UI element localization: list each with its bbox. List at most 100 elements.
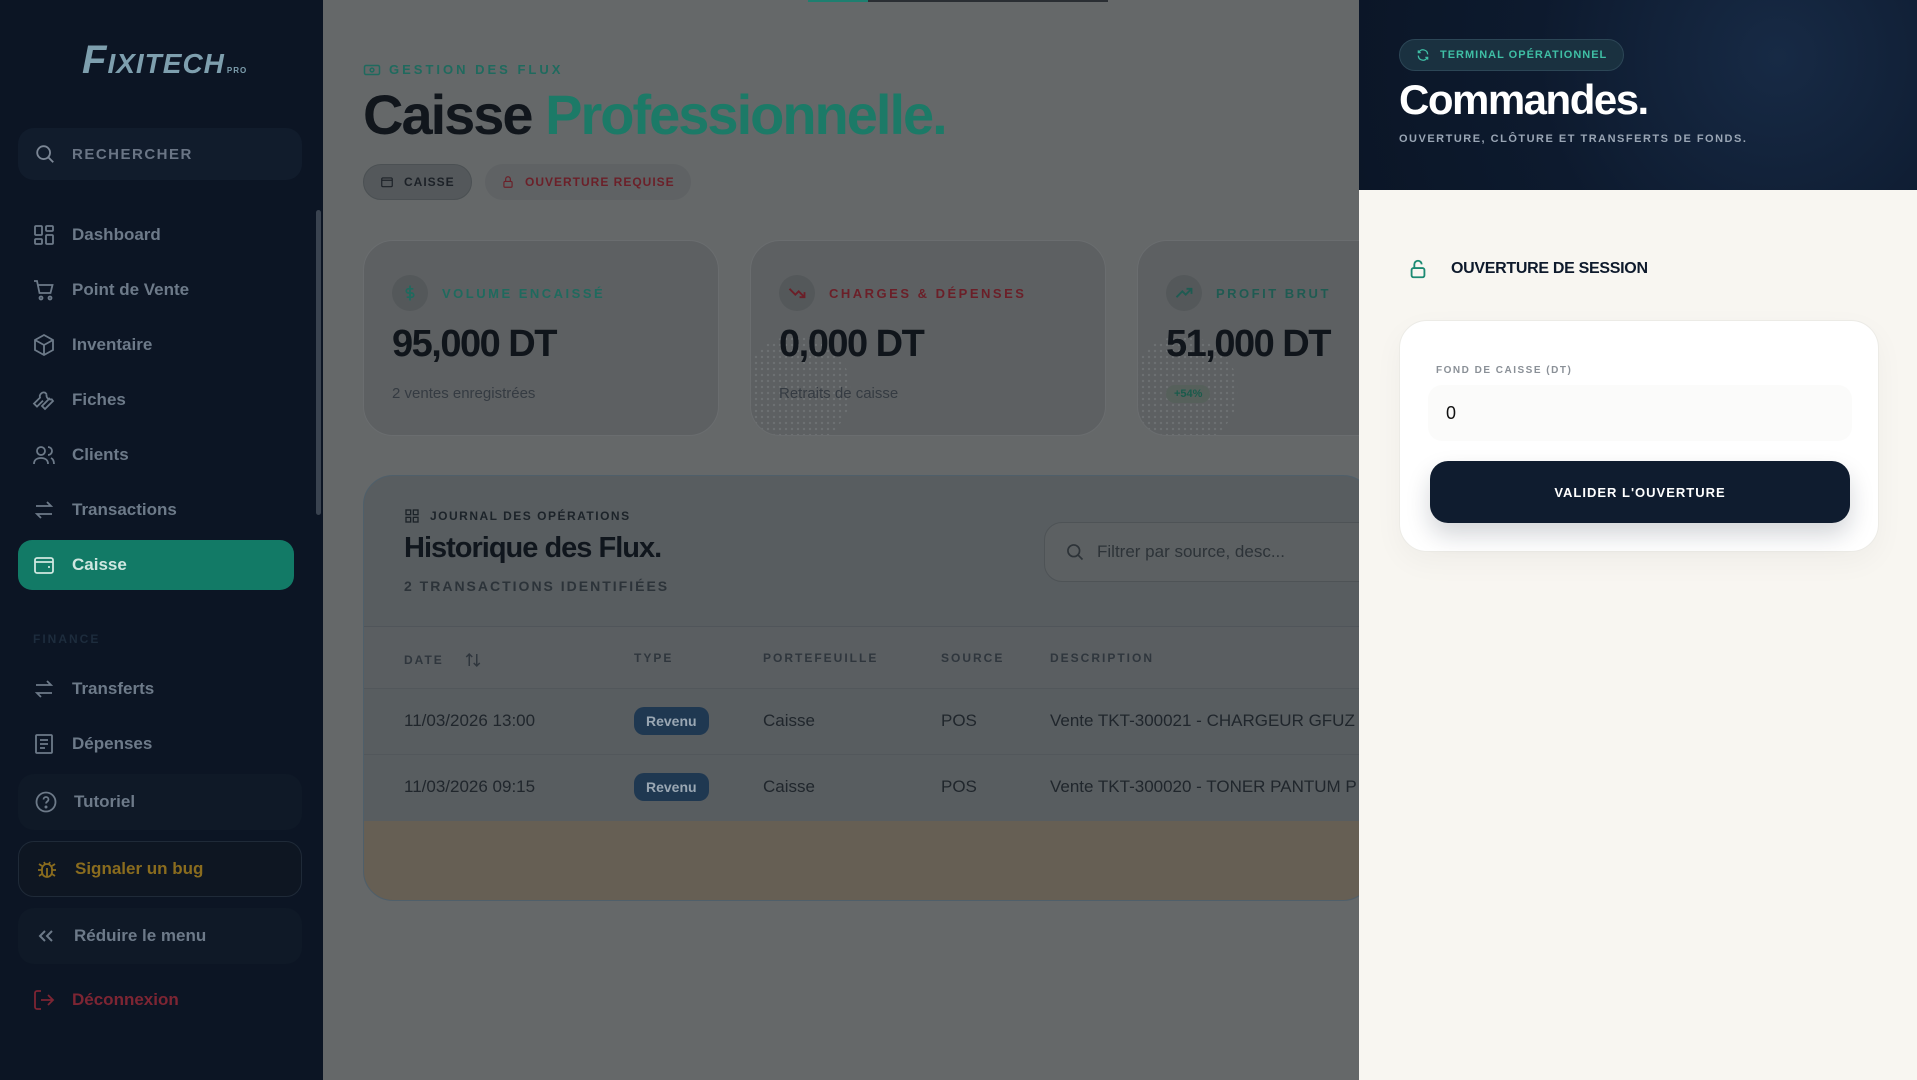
sidebar-scrollbar[interactable] xyxy=(316,210,321,515)
page-eyebrow: GESTION DES FLUX xyxy=(363,62,563,77)
sidebar-search[interactable]: RECHERCHER xyxy=(18,128,302,180)
collapse-menu-label: Réduire le menu xyxy=(74,926,207,945)
stat-card-header: VOLUME ENCAISSÉ xyxy=(392,275,605,311)
cell-description: Vente TKT-300021 - CHARGEUR GFUZ xyxy=(1050,711,1355,730)
sidebar-item-label: Dashboard xyxy=(72,225,161,244)
tutorial-button[interactable]: Tutoriel xyxy=(18,774,302,830)
help-circle-icon xyxy=(35,791,57,813)
column-label: DATE xyxy=(404,653,444,667)
logo-sub: PRO xyxy=(226,66,248,75)
sidebar-item-transferts[interactable]: Transferts xyxy=(18,664,294,714)
box-icon xyxy=(34,333,54,357)
stat-card-charges: CHARGES & DÉPENSES 0,000 DT Retraits de … xyxy=(750,240,1106,436)
stat-card-header: CHARGES & DÉPENSES xyxy=(779,275,1026,311)
lock-icon xyxy=(503,176,513,188)
cell-source: POS xyxy=(941,777,977,796)
unlock-icon xyxy=(1410,259,1426,279)
sidebar-item-label: Dépenses xyxy=(72,734,153,753)
table-row[interactable]: 11/03/2026 09:15 Revenu Caisse POS Vente… xyxy=(364,754,1359,820)
filter-placeholder: Filtrer par source, desc... xyxy=(1097,542,1286,561)
page-title: Caisse Professionnelle. xyxy=(363,82,948,147)
validate-opening-button[interactable]: VALIDER L'OUVERTURE xyxy=(1430,461,1850,523)
logout-button[interactable]: Déconnexion xyxy=(32,988,179,1012)
main-content: GESTION DES FLUX Caisse Professionnelle.… xyxy=(323,0,1359,1080)
report-bug-button[interactable]: Signaler un bug xyxy=(18,841,302,897)
sidebar-item-inventaire[interactable]: Inventaire xyxy=(18,320,294,370)
column-source: SOURCE xyxy=(941,651,1004,665)
column-description: DESCRIPTION xyxy=(1050,651,1154,665)
session-opening-heading: OUVERTURE DE SESSION xyxy=(1407,258,1648,280)
sidebar-item-label: Clients xyxy=(72,445,129,464)
table-header: DATE TYPE PORTEFEUILLE SOURCE DESCRIPTIO… xyxy=(364,626,1359,688)
session-label: OUVERTURE DE SESSION xyxy=(1451,260,1648,277)
app-logo[interactable]: FIXITECH PRO xyxy=(82,38,247,83)
bug-icon xyxy=(38,861,56,878)
receipt-icon xyxy=(35,734,53,754)
collapse-menu-button[interactable]: Réduire le menu xyxy=(18,908,302,964)
column-label: TYPE xyxy=(634,651,674,665)
sidebar-item-label: Point de Vente xyxy=(72,280,190,299)
sidebar-item-label: Fiches xyxy=(72,390,126,409)
type-badge: Revenu xyxy=(634,707,709,735)
refresh-icon xyxy=(1417,49,1429,61)
users-icon xyxy=(33,446,55,465)
arrows-icon xyxy=(34,680,54,698)
logout-icon xyxy=(34,990,55,1010)
stat-value: 51,000 DT xyxy=(1166,323,1331,365)
stat-footnote: 2 ventes enregistrées xyxy=(392,385,536,402)
stat-label: VOLUME ENCAISSÉ xyxy=(442,285,606,301)
sidebar-item-transactions[interactable]: Transactions xyxy=(18,485,294,535)
journal-eyebrow-text: JOURNAL DES OPÉRATIONS xyxy=(430,509,631,523)
sidebar-item-dashboard[interactable]: Dashboard xyxy=(18,210,294,260)
grid-icon xyxy=(34,225,54,245)
top-progress-line xyxy=(808,0,1108,2)
panel-subtitle: OUVERTURE, CLÔTURE ET TRANSFERTS DE FOND… xyxy=(1399,133,1748,145)
cell-date: 11/03/2026 09:15 xyxy=(404,777,536,796)
cell-wallet: Caisse xyxy=(763,777,815,796)
sidebar-item-depenses[interactable]: Dépenses xyxy=(18,719,294,769)
profit-percent-badge: +54% xyxy=(1166,385,1211,403)
grid-icon xyxy=(405,509,419,523)
terminal-status-badge: TERMINAL OPÉRATIONNEL xyxy=(1399,39,1625,71)
page-title-accent: Professionnelle. xyxy=(545,83,948,146)
stat-card-header: PROFIT BRUT xyxy=(1166,275,1331,311)
sidebar-item-label: Transferts xyxy=(72,679,155,698)
cart-icon xyxy=(34,280,54,301)
sidebar-item-caisse[interactable]: Caisse xyxy=(18,540,294,590)
journal-eyebrow: JOURNAL DES OPÉRATIONS xyxy=(404,508,631,524)
panel-header: TERMINAL OPÉRATIONNEL Commandes. OUVERTU… xyxy=(1359,0,1917,190)
fund-input[interactable] xyxy=(1428,385,1852,441)
report-bug-label: Signaler un bug xyxy=(75,859,204,878)
cell-wallet: Caisse xyxy=(763,711,815,730)
sort-icon[interactable] xyxy=(464,651,482,669)
trend-up-icon xyxy=(1166,275,1202,311)
table-row[interactable]: 11/03/2026 13:00 Revenu Caisse POS Vente… xyxy=(364,688,1359,754)
search-label: RECHERCHER xyxy=(72,145,193,163)
column-date[interactable]: DATE xyxy=(404,651,482,669)
wrench-icon xyxy=(32,391,55,411)
cash-icon xyxy=(363,64,381,75)
stat-label: PROFIT BRUT xyxy=(1216,285,1331,301)
chip-caisse[interactable]: CAISSE xyxy=(363,164,472,200)
commands-panel: TERMINAL OPÉRATIONNEL Commandes. OUVERTU… xyxy=(1359,0,1917,1080)
chevrons-left-icon xyxy=(38,930,53,942)
stat-footnote: Retraits de caisse xyxy=(779,385,899,402)
section-heading-finance: FINANCE xyxy=(33,632,101,646)
stat-value: 0,000 DT xyxy=(779,323,925,365)
cell-description: Vente TKT-300020 - TONER PANTUM P xyxy=(1050,777,1357,796)
journal-subtitle: 2 TRANSACTIONS IDENTIFIÉES xyxy=(404,578,670,594)
chip-opening-required: OUVERTURE REQUISE xyxy=(485,164,691,200)
sidebar-item-fiches[interactable]: Fiches xyxy=(18,375,294,425)
column-label: DESCRIPTION xyxy=(1050,651,1155,665)
sidebar-item-clients[interactable]: Clients xyxy=(18,430,294,480)
wallet-icon xyxy=(381,177,393,188)
type-badge: Revenu xyxy=(634,773,709,801)
terminal-badge-label: TERMINAL OPÉRATIONNEL xyxy=(1440,49,1608,61)
logout-label: Déconnexion xyxy=(72,990,179,1009)
column-wallet: PORTEFEUILLE xyxy=(763,651,878,665)
cell-source: POS xyxy=(941,711,977,730)
sidebar-item-point-de-vente[interactable]: Point de Vente xyxy=(18,265,294,315)
column-type: TYPE xyxy=(634,651,673,665)
journal-filter-input[interactable]: Filtrer par source, desc... xyxy=(1044,522,1359,582)
stat-label: CHARGES & DÉPENSES xyxy=(829,285,1027,301)
